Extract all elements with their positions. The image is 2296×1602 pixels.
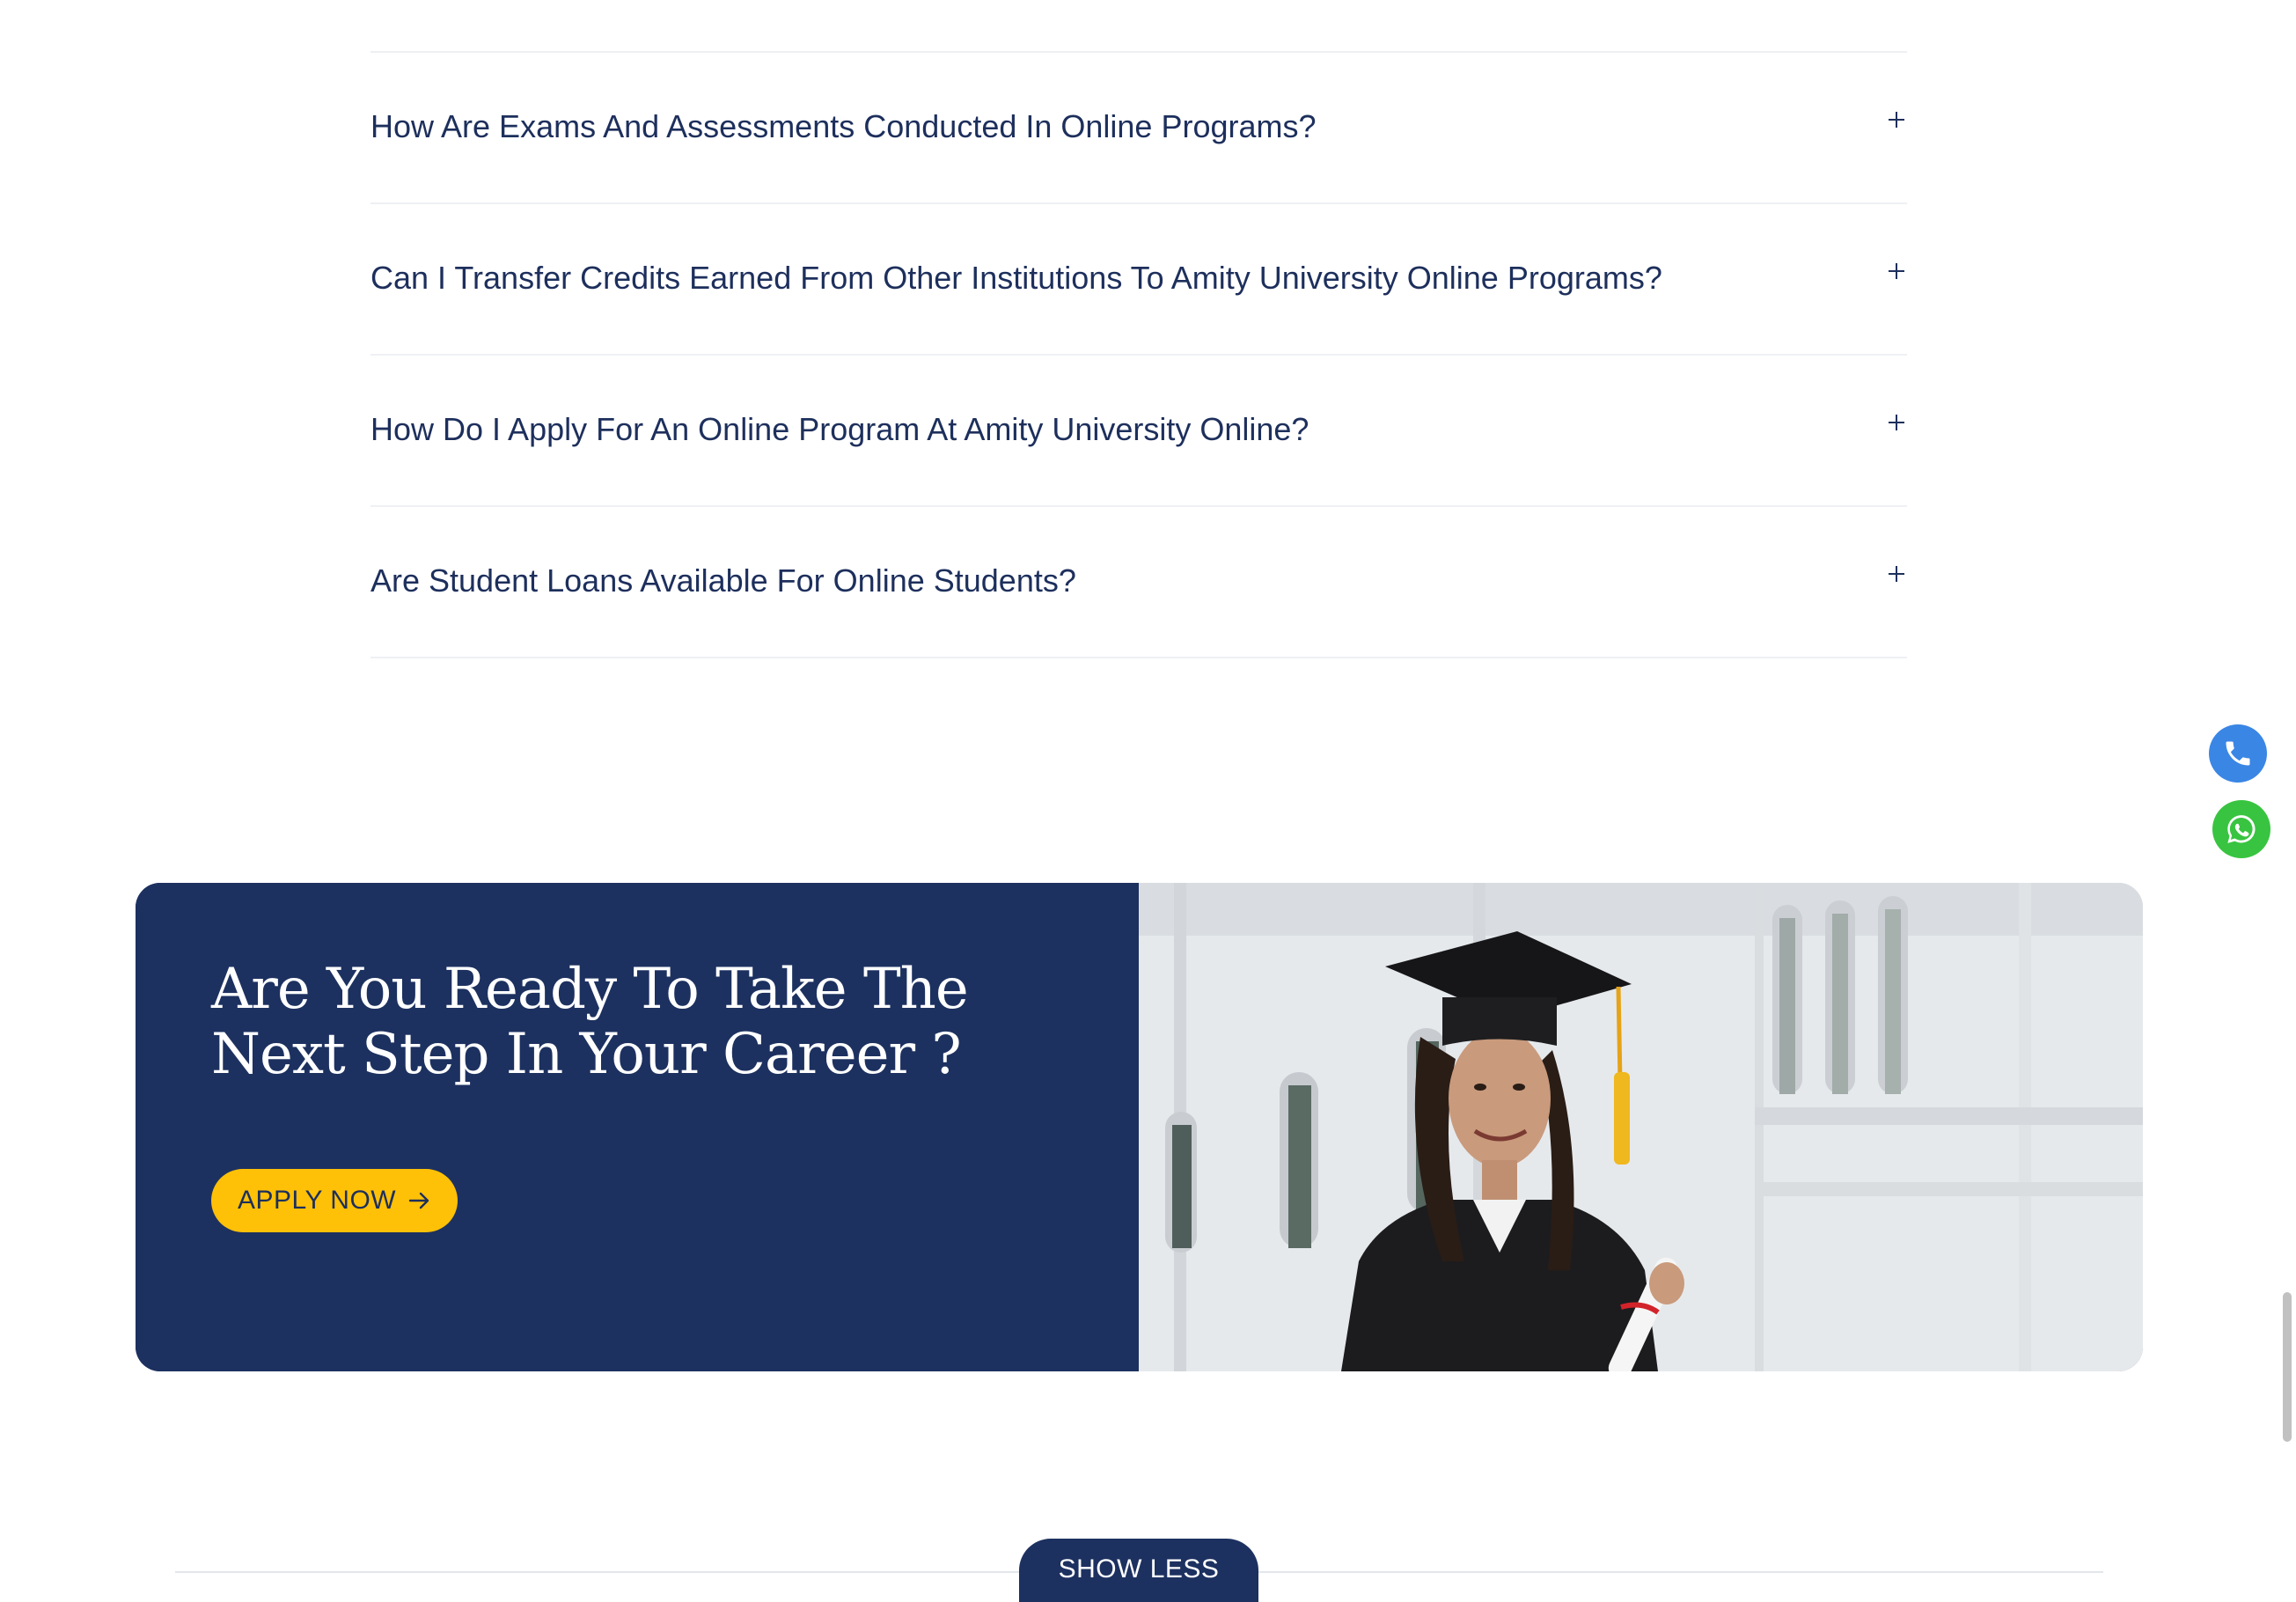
plus-icon[interactable] xyxy=(1886,261,1907,282)
faq-question[interactable]: How Do I Apply For An Online Program At … xyxy=(370,410,1309,449)
faq-item[interactable]: Are Student Loans Available For Online S… xyxy=(370,507,1907,658)
plus-icon[interactable] xyxy=(1886,412,1907,433)
arrow-right-icon xyxy=(408,1192,429,1209)
page-scrollbar[interactable] xyxy=(2278,0,2296,1586)
scrollbar-thumb[interactable] xyxy=(2283,1292,2292,1442)
faq-accordion: How Are Exams And Assessments Conducted … xyxy=(370,51,1907,658)
faq-item[interactable]: How Are Exams And Assessments Conducted … xyxy=(370,53,1907,204)
apply-now-button[interactable]: APPLY NOW xyxy=(211,1169,458,1232)
faq-item[interactable]: How Do I Apply For An Online Program At … xyxy=(370,356,1907,507)
faq-question[interactable]: How Are Exams And Assessments Conducted … xyxy=(370,107,1317,146)
plus-icon[interactable] xyxy=(1886,563,1907,584)
graduate-photo xyxy=(1139,883,2143,1371)
cta-banner: Are You Ready To Take The Next Step In Y… xyxy=(136,883,2143,1371)
cta-heading: Are You Ready To Take The Next Step In Y… xyxy=(211,957,969,1087)
faq-item[interactable]: Can I Transfer Credits Earned From Other… xyxy=(370,204,1907,356)
whatsapp-button[interactable] xyxy=(2212,800,2270,858)
show-less-label: SHOW LESS xyxy=(1058,1554,1220,1584)
faq-question[interactable]: Can I Transfer Credits Earned From Other… xyxy=(370,259,1662,298)
apply-now-label: APPLY NOW xyxy=(238,1186,397,1215)
whatsapp-icon xyxy=(2227,815,2256,843)
faq-question[interactable]: Are Student Loans Available For Online S… xyxy=(370,562,1076,600)
show-less-button[interactable]: SHOW LESS xyxy=(1019,1539,1258,1602)
cta-content: Are You Ready To Take The Next Step In Y… xyxy=(136,883,1139,1371)
graduate-illustration xyxy=(1139,883,2143,1371)
phone-button[interactable] xyxy=(2209,724,2267,783)
phone-icon xyxy=(2226,741,2250,766)
plus-icon[interactable] xyxy=(1886,109,1907,130)
